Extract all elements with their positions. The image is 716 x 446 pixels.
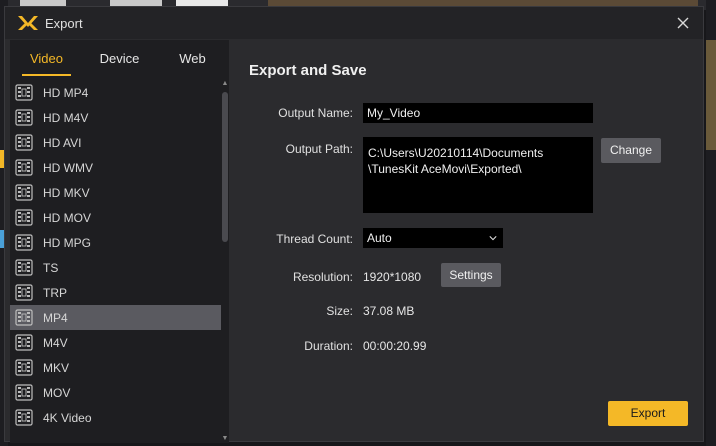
format-item-label: MOV <box>43 385 71 400</box>
video-file-icon <box>15 409 33 426</box>
panel-title: Export and Save <box>249 62 367 79</box>
format-item-label: TRP <box>43 285 67 300</box>
app-logo-icon <box>18 16 38 30</box>
video-file-icon <box>15 334 33 351</box>
tab-web[interactable]: Web <box>156 40 229 78</box>
format-item-label: HD WMV <box>43 160 93 175</box>
format-item[interactable]: HD MP4 <box>10 80 221 105</box>
format-item-label: HD M4V <box>43 110 89 125</box>
window-title: Export <box>45 16 83 31</box>
change-path-button[interactable]: Change <box>601 138 661 163</box>
tab-device[interactable]: Device <box>83 40 156 78</box>
video-file-icon <box>15 384 33 401</box>
format-item[interactable]: MKV <box>10 355 221 380</box>
format-item[interactable]: HD MKV <box>10 180 221 205</box>
duration-value: 00:00:20.99 <box>363 339 427 353</box>
format-item-label: M4V <box>43 335 68 350</box>
format-item-label: HD MP4 <box>43 85 89 100</box>
format-item[interactable]: HD AVI <box>10 130 221 155</box>
video-file-icon <box>15 359 33 376</box>
video-file-icon <box>15 184 33 201</box>
video-file-icon <box>15 309 33 326</box>
background-right-edge <box>706 0 716 446</box>
output-path-label: Output Path: <box>285 142 353 156</box>
export-button[interactable]: Export <box>608 401 688 426</box>
close-icon <box>677 17 689 29</box>
video-file-icon <box>15 109 33 126</box>
duration-label: Duration: <box>304 339 353 353</box>
format-item[interactable]: HD M4V <box>10 105 221 130</box>
video-file-icon <box>15 259 33 276</box>
output-name-input[interactable]: My_Video <box>363 103 593 123</box>
close-button[interactable] <box>673 13 693 33</box>
scroll-up-icon[interactable]: ▲ <box>221 80 229 88</box>
settings-button[interactable]: Settings <box>441 263 501 287</box>
export-dialog: Export Video Device Web HD MP4 HD M4V HD A… <box>4 6 704 443</box>
format-item[interactable]: TRP <box>10 280 221 305</box>
size-label: Size: <box>326 304 353 318</box>
video-file-icon <box>15 159 33 176</box>
format-item-label: HD MOV <box>43 210 91 225</box>
output-path-field[interactable]: C:\Users\U20210114\Documents \TunesKit A… <box>363 137 593 213</box>
thread-count-label: Thread Count: <box>276 232 353 246</box>
format-item[interactable]: MP4 <box>10 305 221 330</box>
format-item-label: TS <box>43 260 59 275</box>
format-item-label: 4K Video <box>43 410 92 425</box>
thread-count-select[interactable]: Auto <box>363 228 503 248</box>
video-file-icon <box>15 84 33 101</box>
thread-count-value: Auto <box>367 231 392 245</box>
resolution-value: 1920*1080 <box>363 270 422 284</box>
background-preview <box>706 40 716 150</box>
format-item[interactable]: M4V <box>10 330 221 355</box>
chevron-down-icon <box>489 236 497 241</box>
title-bar: Export <box>5 7 703 39</box>
scrollbar-thumb[interactable] <box>222 92 228 242</box>
tab-video[interactable]: Video <box>10 40 83 78</box>
format-item[interactable]: HD WMV <box>10 155 221 180</box>
format-item[interactable]: HD MPG <box>10 230 221 255</box>
video-file-icon <box>15 134 33 151</box>
format-item-label: MKV <box>43 360 70 375</box>
format-item[interactable]: 4K Video <box>10 405 221 430</box>
format-item[interactable]: TS <box>10 255 221 280</box>
format-item-label: HD AVI <box>43 135 82 150</box>
video-file-icon <box>15 284 33 301</box>
resolution-label: Resolution: <box>292 270 353 284</box>
scroll-down-icon[interactable]: ▼ <box>221 435 229 443</box>
export-settings-panel: Export and Save Output Name: My_Video Ou… <box>233 40 703 443</box>
format-item-label: HD MKV <box>43 185 90 200</box>
format-item-label: HD MPG <box>43 235 91 250</box>
format-item-label: MP4 <box>43 310 68 325</box>
video-file-icon <box>15 234 33 251</box>
format-panel: Video Device Web HD MP4 HD M4V HD AVI HD WM… <box>10 40 229 443</box>
format-item[interactable]: MOV <box>10 380 221 405</box>
format-list-scrollbar[interactable]: ▲ ▼ <box>221 80 229 443</box>
output-name-label: Output Name: <box>278 106 353 120</box>
format-item[interactable]: HD MOV <box>10 205 221 230</box>
size-value: 37.08 MB <box>363 304 415 318</box>
format-tabs: Video Device Web <box>10 40 229 78</box>
video-file-icon <box>15 209 33 226</box>
format-list: HD MP4 HD M4V HD AVI HD WMV HD MKV HD MOV HD M… <box>10 80 221 443</box>
